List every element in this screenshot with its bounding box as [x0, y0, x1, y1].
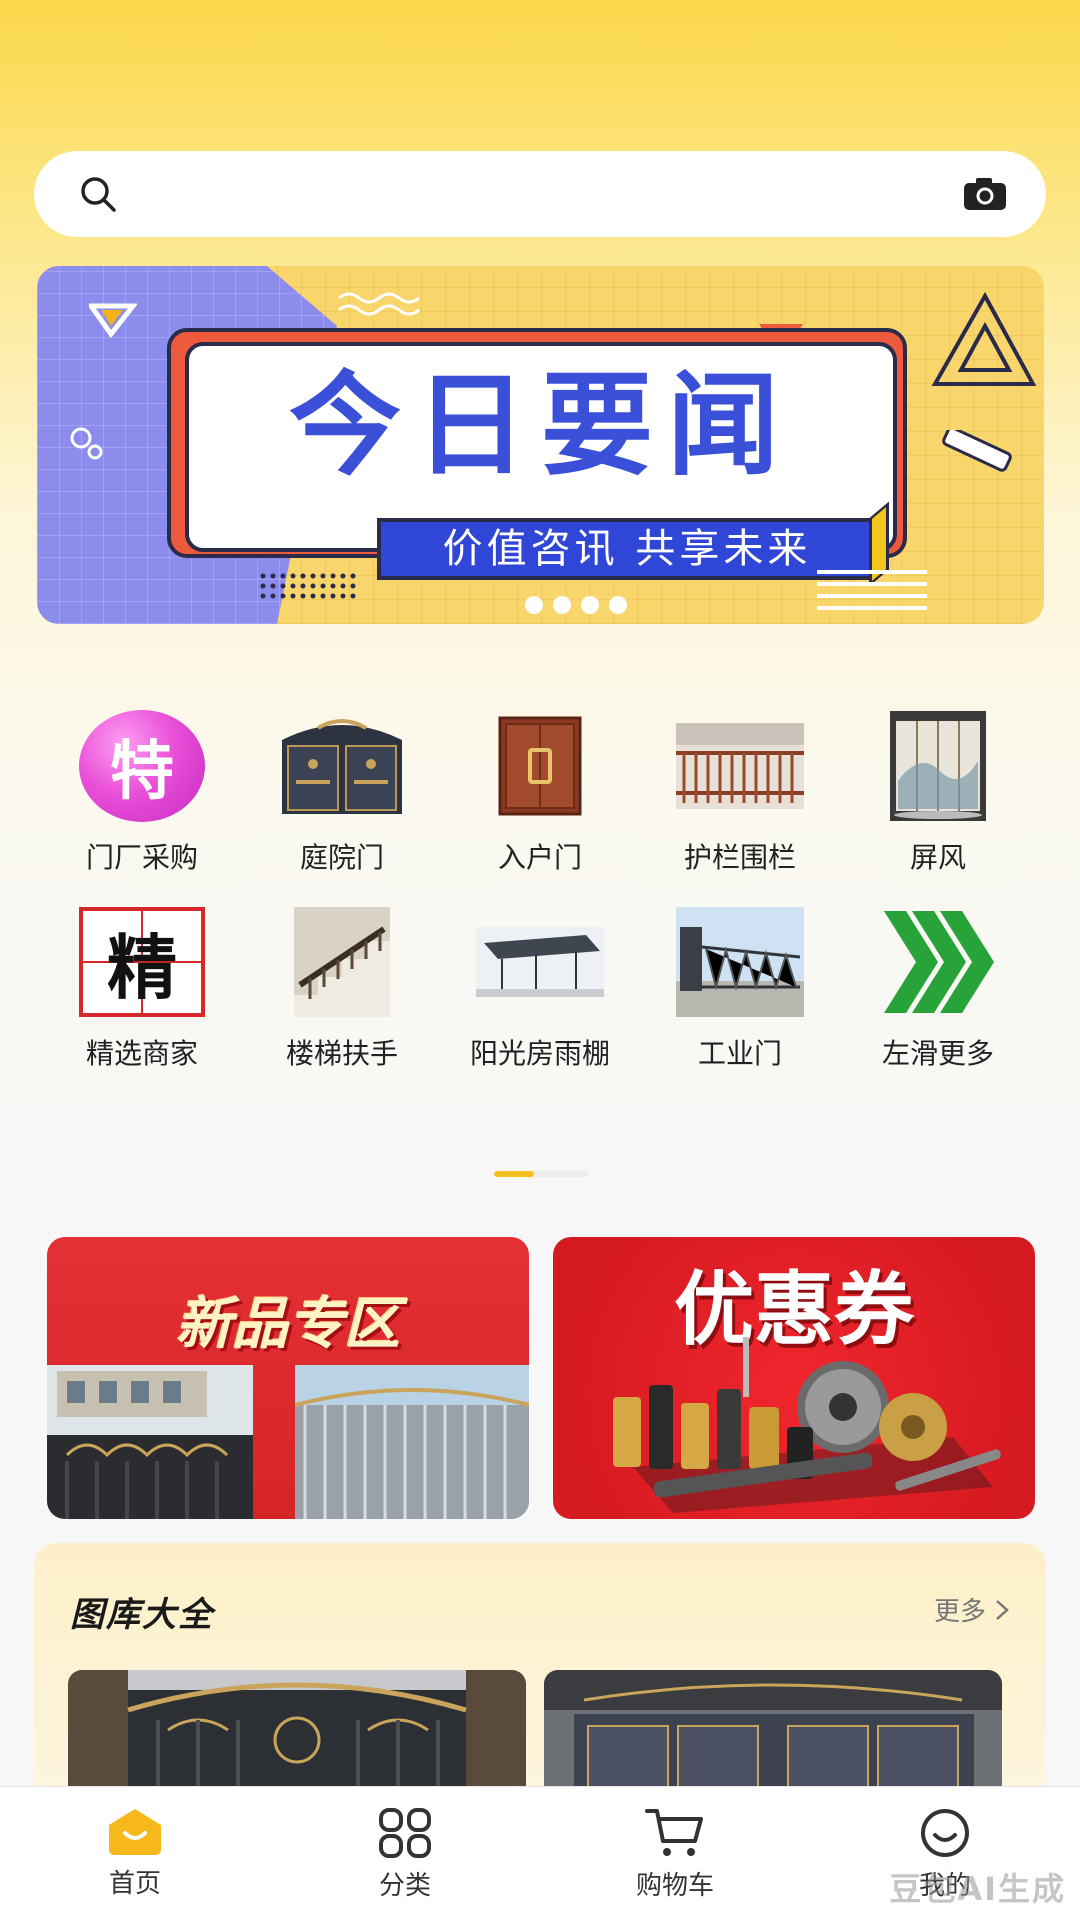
ai-watermark: 豆包AI生成 [889, 1870, 1066, 1908]
carousel-indicator [525, 596, 627, 614]
category-label: 阳光房雨棚 [469, 1037, 610, 1070]
category-label: 工业门 [697, 1037, 782, 1070]
home-icon [107, 1807, 163, 1857]
ruler-triangle-icon [931, 292, 1037, 386]
featured-badge-glyph: 精 [79, 907, 205, 1017]
tab-cart[interactable]: 购物车 [540, 1787, 810, 1920]
carousel-dot[interactable] [553, 596, 571, 614]
carousel-dot[interactable] [525, 596, 543, 614]
guardrail-fence-image [675, 710, 805, 822]
new-products-title: 新品专区 [176, 1292, 400, 1357]
search-icon[interactable] [78, 174, 118, 214]
dot-matrix-decor [260, 573, 356, 599]
category-sunroom-canopy[interactable]: 阳光房雨棚 [440, 906, 640, 1070]
special-badge-icon: 特 [77, 710, 207, 822]
new-products-card[interactable]: 新品专区 [47, 1237, 529, 1519]
stair-handrail-image [277, 906, 407, 1018]
sunroom-canopy-image [475, 906, 605, 1018]
search-input[interactable] [134, 169, 936, 219]
new-products-gates-image [47, 1365, 529, 1519]
tab-home[interactable]: 首页 [0, 1787, 270, 1920]
category-label: 入户门 [497, 841, 582, 874]
category-label: 楼梯扶手 [285, 1037, 398, 1070]
search-bar[interactable] [34, 151, 1046, 237]
circles-decor-icon [70, 427, 103, 460]
bottom-tab-bar: 首页 分类 购物车 我的 豆包AI生成 [0, 1786, 1080, 1920]
chevron-right-icon [994, 1598, 1010, 1622]
category-label: 左滑更多 [881, 1037, 994, 1070]
triangle-decor-icon [89, 303, 137, 338]
category-featured-merchants[interactable]: 精 精选商家 [42, 906, 242, 1070]
tab-label: 分类 [378, 1871, 431, 1901]
banner-carousel[interactable]: 今日要闻 价值咨讯 共享未来 [37, 266, 1044, 624]
coupon-card[interactable]: 优惠券 [553, 1237, 1035, 1519]
category-label: 门厂采购 [85, 841, 198, 874]
chevrons-right-icon [873, 906, 1003, 1018]
courtyard-door-image [277, 710, 407, 822]
category-courtyard-door[interactable]: 庭院门 [242, 710, 442, 874]
gallery-more-label: 更多 [933, 1597, 986, 1627]
category-label: 护栏围栏 [683, 841, 796, 874]
category-door-factory-purchase[interactable]: 特 门厂采购 [42, 710, 242, 874]
tab-label: 购物车 [635, 1871, 714, 1901]
wave-decor-icon [338, 292, 420, 316]
banner-title: 今日要闻 [289, 361, 793, 491]
category-label: 屏风 [909, 841, 966, 874]
grid-icon [377, 1807, 433, 1859]
category-stair-handrail[interactable]: 楼梯扶手 [242, 906, 442, 1070]
category-label: 精选商家 [85, 1037, 198, 1070]
entrance-door-image [475, 710, 605, 822]
gallery-title: 图库大全 [70, 1595, 214, 1635]
carousel-dot[interactable] [609, 596, 627, 614]
smile-icon [917, 1807, 973, 1859]
category-scroll-indicator [494, 1171, 588, 1177]
category-label: 庭院门 [299, 841, 384, 874]
industrial-door-image [675, 906, 805, 1018]
special-badge-glyph: 特 [79, 710, 205, 822]
tab-category[interactable]: 分类 [270, 1787, 540, 1920]
screen-image [873, 710, 1003, 822]
cart-icon [645, 1807, 705, 1859]
camera-icon[interactable] [962, 176, 1008, 212]
featured-badge-icon: 精 [77, 906, 207, 1018]
eraser-decor-icon [942, 430, 1012, 472]
category-swipe-more[interactable]: 左滑更多 [838, 906, 1038, 1070]
carousel-dot[interactable] [581, 596, 599, 614]
hardware-parts-image [613, 1337, 1001, 1513]
gallery-more-link[interactable]: 更多 [934, 1591, 1010, 1628]
stripes-decor [817, 570, 927, 610]
category-industrial-door[interactable]: 工业门 [640, 906, 840, 1070]
banner-subtitle: 价值咨讯 共享未来 [377, 518, 877, 580]
tab-label: 首页 [108, 1869, 161, 1899]
category-guardrail-fence[interactable]: 护栏围栏 [640, 710, 840, 874]
category-screen[interactable]: 屏风 [838, 710, 1038, 874]
category-entrance-door[interactable]: 入户门 [440, 710, 640, 874]
